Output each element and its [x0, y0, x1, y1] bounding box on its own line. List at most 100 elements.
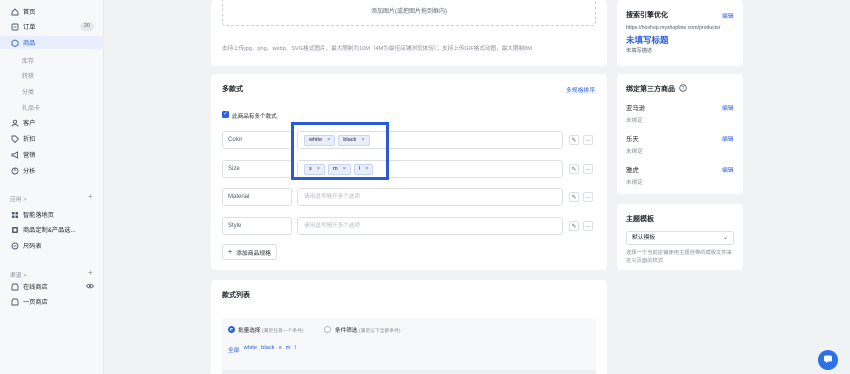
option-name-input[interactable]: Color	[222, 131, 292, 149]
filter-s[interactable]: s	[279, 345, 282, 354]
sidebar-item-label: 首页	[23, 9, 36, 16]
add-option-button[interactable]: + 添加商品规格	[222, 244, 277, 260]
option-name-input[interactable]: Material	[222, 188, 292, 206]
option-row-actions: ✎…	[569, 192, 593, 202]
sidebar-item-discounts[interactable]: 折扣	[0, 132, 104, 145]
store-icon	[10, 282, 19, 291]
variant-list-title: 款式列表	[222, 292, 250, 299]
theme-description: 选择一个当前店铺使用主题自带的模板文件来定义页面的样式	[626, 250, 732, 264]
sidebar-sub-category[interactable]: 分类	[22, 87, 34, 96]
sidebar-item-marketing[interactable]: 营销	[0, 148, 104, 161]
option-row-actions: ✎…	[569, 221, 593, 231]
home-icon	[10, 7, 19, 16]
sidebar-item-label: 客户	[23, 120, 36, 127]
eye-icon[interactable]	[86, 282, 94, 292]
apps-section-title[interactable]: 应用 >	[10, 194, 27, 203]
marketing-icon	[10, 150, 19, 159]
sidebar-item-landing-page[interactable]: 智能落地页	[0, 208, 104, 221]
upload-tip: 支持上传jpg、png、webp、SVG格式图片，最大限制为10M（4M为最佳店…	[222, 46, 532, 52]
more-icon[interactable]: …	[583, 135, 593, 145]
option-values-placeholder: 请用逗号隔开多个选项	[304, 223, 360, 229]
sidebar-item-label: 一页商店	[23, 299, 48, 306]
edit-icon[interactable]: ✎	[569, 164, 579, 174]
chat-icon	[823, 354, 833, 366]
batch-select-radio[interactable]	[228, 326, 235, 333]
rakuten-label: 乐天	[626, 136, 639, 143]
option-values-placeholder: 请用逗号隔开多个选项	[304, 194, 360, 200]
yahoo-edit-link[interactable]: 编辑	[722, 165, 734, 174]
sidebar-sub-giftcard[interactable]: 礼品卡	[22, 103, 40, 112]
sidebar-item-label: 尺码表	[23, 243, 42, 250]
seo-page-title: 未填写标题	[626, 35, 669, 45]
add-option-label: 添加商品规格	[236, 250, 271, 257]
sidebar-item-label: 智能落地页	[23, 212, 54, 219]
sidebar-item-customize[interactable]: 商品定制&产品选...	[0, 223, 104, 236]
sidebar-item-online-store[interactable]: 在线商店	[0, 280, 104, 293]
customer-icon	[10, 118, 19, 127]
option-values-input[interactable]: 请用逗号隔开多个选项	[297, 188, 563, 206]
seo-title: 搜索引擎优化	[626, 12, 668, 19]
analytics-icon	[10, 166, 19, 175]
sidebar-item-orders[interactable]: 订单 20	[0, 20, 104, 33]
chat-support-button[interactable]	[818, 350, 838, 370]
condition-filter-radio[interactable]	[324, 326, 331, 333]
seo-edit-link[interactable]: 编辑	[722, 11, 734, 20]
seo-description: 未填写描述	[626, 48, 652, 54]
sidebar-item-home[interactable]: 首页	[0, 5, 104, 18]
option-row-actions: ✎…	[569, 135, 593, 145]
sidebar-item-products[interactable]: 商品	[0, 36, 104, 49]
size-chart-icon	[10, 241, 19, 250]
sidebar-item-size-chart[interactable]: 尺码表	[0, 239, 104, 252]
sidebar: 首页 订单 20 商品 库存 转移 分类 礼品卡 客户 折扣 营销 分析 应用 …	[0, 0, 104, 374]
add-channel-icon[interactable]: +	[88, 268, 93, 277]
rakuten-status: 未绑定	[626, 149, 643, 155]
option-name-input[interactable]: Size	[222, 160, 292, 178]
option-name-input[interactable]: Style	[222, 217, 292, 235]
landing-page-icon	[10, 210, 19, 219]
filter-white[interactable]: white	[244, 345, 258, 354]
option-row-actions: ✎…	[569, 164, 593, 174]
rakuten-edit-link[interactable]: 编辑	[722, 134, 734, 143]
sidebar-item-label: 订单	[23, 24, 36, 31]
third-party-title: 绑定第三方商品	[626, 86, 675, 93]
option-values-input[interactable]: 请用逗号隔开多个选项	[297, 217, 563, 235]
amazon-label: 亚马逊	[626, 105, 646, 112]
customize-icon	[10, 225, 19, 234]
sidebar-sub-transfer[interactable]: 转移	[22, 71, 34, 80]
filter-all[interactable]: 全部	[228, 345, 240, 354]
add-app-icon[interactable]: +	[88, 192, 93, 201]
help-icon[interactable]: ?	[679, 84, 687, 94]
channels-section-title[interactable]: 渠道 >	[10, 270, 27, 279]
sidebar-item-label: 商品	[23, 40, 36, 47]
discount-icon	[10, 134, 19, 143]
variant-filter-links: 全部 white black s m l	[228, 345, 296, 354]
more-icon[interactable]: …	[583, 221, 593, 231]
yahoo-label: 雅虎	[626, 167, 639, 174]
sidebar-item-label: 在线商店	[23, 284, 48, 291]
condition-filter-label: 条件筛选 (满足以下全部条件)	[335, 328, 401, 334]
sidebar-item-one-page-store[interactable]: 一页商店	[0, 295, 104, 308]
variants-title: 多款式	[222, 86, 243, 93]
multi-variant-checkbox[interactable]: ✓	[222, 111, 229, 118]
sidebar-item-label: 折扣	[23, 136, 36, 143]
filter-black[interactable]: black	[261, 345, 275, 354]
theme-template-select[interactable]: 默认模板 ⌄	[626, 231, 734, 245]
product-icon	[10, 38, 19, 47]
sidebar-item-label: 商品定制&产品选...	[23, 227, 76, 234]
theme-selected-value: 默认模板	[632, 235, 656, 241]
plus-icon: +	[228, 248, 233, 256]
edit-icon[interactable]: ✎	[569, 192, 579, 202]
sidebar-item-customers[interactable]: 客户	[0, 116, 104, 129]
filter-m[interactable]: m	[286, 345, 291, 354]
more-icon[interactable]: …	[583, 192, 593, 202]
edit-icon[interactable]: ✎	[569, 135, 579, 145]
variant-sort-link[interactable]: 多规格排序	[566, 85, 595, 94]
image-upload-dropzone[interactable]: 添加图片(或把图片拖到框内)	[222, 0, 596, 26]
edit-icon[interactable]: ✎	[569, 221, 579, 231]
divider	[222, 370, 596, 374]
amazon-edit-link[interactable]: 编辑	[722, 103, 734, 112]
sidebar-sub-inventory[interactable]: 库存	[22, 56, 34, 65]
more-icon[interactable]: …	[583, 164, 593, 174]
sidebar-item-analytics[interactable]: 分析	[0, 164, 104, 177]
filter-l[interactable]: l	[294, 345, 295, 354]
